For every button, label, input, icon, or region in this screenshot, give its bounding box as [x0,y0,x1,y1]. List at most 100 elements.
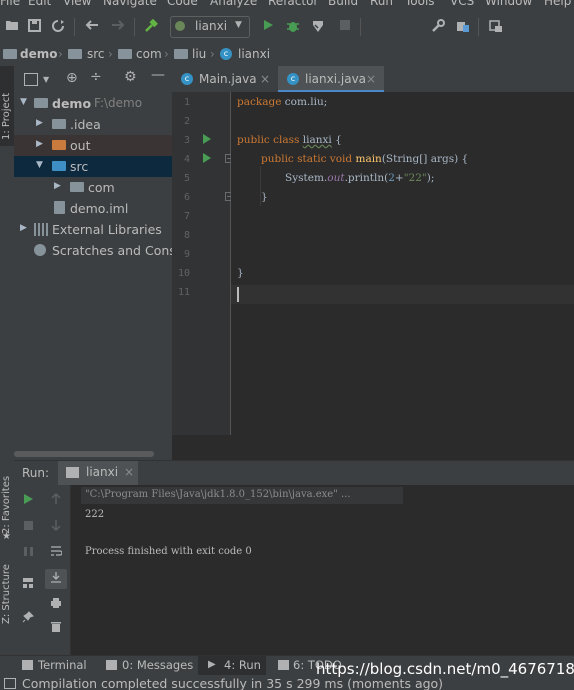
event-log-icon[interactable] [4,678,16,689]
tree-item-com[interactable]: ▶ com [14,177,172,198]
coverage-icon[interactable] [310,19,326,35]
project-panel-header: ▼ ⊕ ÷ ⚙ — [14,66,172,93]
line-number: 1 [183,97,190,108]
sdk-icon[interactable] [488,19,504,35]
menu-navigate[interactable]: Navigate [103,0,157,8]
menu-file[interactable]: File [0,0,20,8]
tab-main-java[interactable]: c Main.java × [172,66,278,92]
code-line-1: package com.liu; [237,96,327,115]
minimize-icon[interactable]: — [151,67,165,83]
run-icon[interactable] [260,19,276,35]
collapsed-arrow-icon[interactable]: ▶ [20,223,27,233]
breadcrumb-lianxi[interactable]: lianxi [238,47,270,61]
tree-item-demo-iml[interactable]: demo.iml [14,198,172,219]
run-console[interactable]: "C:\Program Files\Java\jdk1.8.0_152\bin\… [71,485,574,655]
tab-lianxi-java[interactable]: c lianxi.java × [278,66,384,92]
layout-icon[interactable] [20,577,36,593]
tree-label: demo [52,96,92,111]
tab-structure[interactable]: Z: Structure [1,564,12,624]
rerun-icon[interactable] [20,493,36,509]
horizontal-scrollbar[interactable] [14,451,154,457]
tree-item-idea[interactable]: ▶ .idea [14,114,172,135]
gear-icon[interactable]: ⚙ [124,69,137,85]
collapse-icon[interactable]: ÷ [90,69,102,85]
terminal-icon [22,660,33,670]
menu-run[interactable]: Run [370,0,393,8]
forward-icon[interactable] [110,19,126,35]
build-icon[interactable] [143,18,159,35]
collapsed-arrow-icon[interactable]: ▶ [36,139,43,149]
collapsed-arrow-icon[interactable]: ▶ [54,181,61,191]
chevron-down-icon[interactable]: ▼ [43,75,49,84]
tab-run-active[interactable]: ▶ 4: Run [198,656,266,676]
menu-refactor[interactable]: Refactor [268,0,318,8]
code-token: main [355,153,382,165]
sync-icon[interactable] [50,19,66,35]
expanded-arrow-icon[interactable]: ▼ [20,97,27,107]
breadcrumb-separator-icon: › [210,47,215,61]
print-icon[interactable] [48,597,64,613]
text-cursor [237,287,239,302]
tree-item-demo[interactable]: ▼ demo F:\demo [14,93,172,114]
scratches-icon [34,244,46,256]
menu-window[interactable]: Window [485,0,532,8]
code-token: System. [285,172,328,184]
menu-analyze[interactable]: Analyze [210,0,257,8]
menu-tools[interactable]: Tools [405,0,435,8]
run-gutter-icon[interactable] [202,152,212,164]
tree-item-scratches[interactable]: Scratches and Consoles [14,240,172,261]
project-view-icon[interactable] [24,73,38,86]
tab-messages[interactable]: 0: Messages [122,658,193,672]
run-gutter-icon[interactable] [202,133,212,145]
menu-edit[interactable]: Edit [28,0,51,8]
code-token: lianxi [302,134,332,146]
breadcrumb-src[interactable]: src [87,47,105,61]
stop-icon[interactable] [20,519,36,535]
arrow-down-icon[interactable] [48,519,64,535]
debug-icon[interactable] [285,19,301,35]
settings-icon[interactable] [430,19,446,35]
back-icon[interactable] [84,19,100,35]
menu-build[interactable]: Build [328,0,358,8]
run-label: Run: [22,466,50,480]
tab-favorites[interactable]: 2: Favorites [1,476,12,534]
soft-wrap-icon[interactable] [48,545,64,561]
scroll-to-end-icon[interactable] [45,569,67,589]
run-tab-lianxi[interactable]: lianxi × [58,461,138,485]
line-number: 6 [183,192,190,203]
expanded-arrow-icon[interactable]: ▼ [36,160,43,170]
tree-item-src[interactable]: ▼ src [14,156,172,177]
menu-vcs[interactable]: VCS [450,0,474,8]
menu-code[interactable]: Code [167,0,198,8]
breadcrumb-demo[interactable]: demo [20,47,57,61]
run-panel-header: Run: lianxi × [14,460,574,486]
folder-open-icon[interactable] [4,19,20,35]
stop-icon[interactable] [337,19,353,35]
project-structure-icon[interactable] [455,19,471,35]
save-icon[interactable] [26,19,42,35]
trash-icon[interactable] [48,621,64,637]
tree-item-out[interactable]: ▶ out [14,135,172,156]
console-icon [66,467,79,478]
tree-item-external-libraries[interactable]: ▶ External Libraries [14,219,172,240]
breadcrumb-com[interactable]: com [136,47,162,61]
close-icon[interactable]: × [260,72,270,86]
close-icon[interactable]: × [366,72,376,86]
pause-icon[interactable] [20,545,36,561]
run-configuration-select[interactable]: lianxi ▼ [170,16,250,38]
run-toolbar-primary [14,485,42,655]
breadcrumb-liu[interactable]: liu [192,47,206,61]
pin-icon[interactable] [20,611,36,627]
code-editor[interactable]: package com.liu; public class lianxi { p… [231,92,574,435]
tab-terminal[interactable]: Terminal [38,658,87,672]
line-number: 9 [183,249,190,260]
close-icon[interactable]: × [124,465,134,479]
menu-view[interactable]: View [63,0,91,8]
source-folder-icon [52,161,66,171]
collapsed-arrow-icon[interactable]: ▶ [36,118,43,128]
tab-project[interactable]: 1: Project [1,93,12,140]
menu-help[interactable]: Help [544,0,571,8]
locate-icon[interactable]: ⊕ [66,70,78,86]
arrow-up-icon[interactable] [48,492,64,509]
editor-gutter: 1 2 3 4 5 6 7 8 9 10 11 [172,92,234,435]
